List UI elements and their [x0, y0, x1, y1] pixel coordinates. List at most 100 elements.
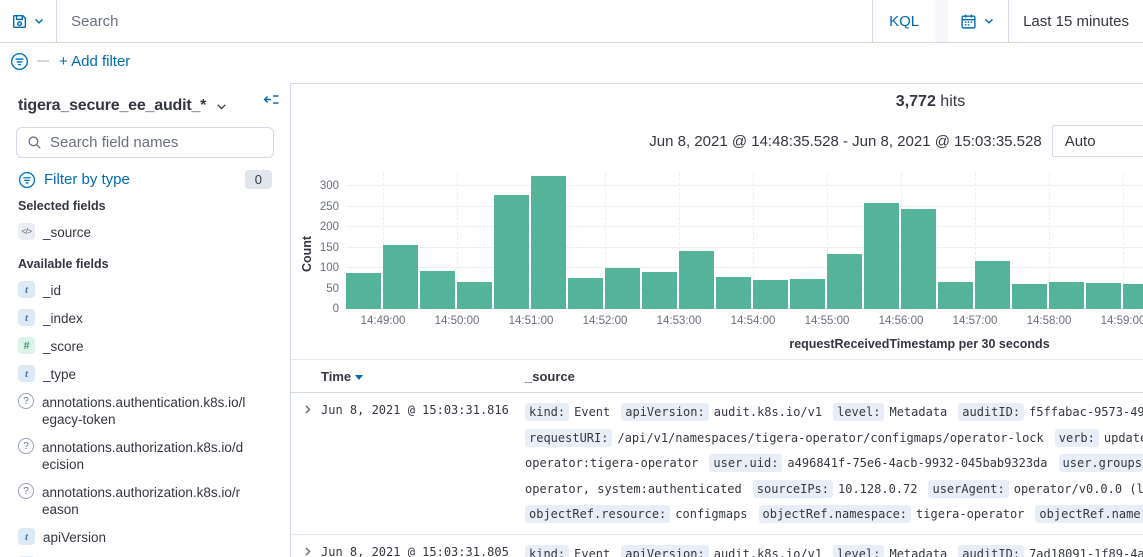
hits-count-row: 3,772 hits [291, 93, 1143, 117]
expand-row-icon[interactable] [291, 400, 321, 528]
field-name-mark: user.groups: [1059, 454, 1143, 472]
index-pattern-switcher[interactable]: tigera_secure_ee_audit_* [18, 97, 274, 115]
saved-query-menu-button[interactable] [0, 0, 57, 42]
chevron-down-icon [982, 14, 996, 28]
histogram-bar[interactable] [383, 245, 418, 309]
x-tick-label: 14:52:00 [583, 315, 628, 327]
histogram-bar[interactable] [420, 271, 455, 309]
field-item-_index[interactable]: t_index [18, 309, 274, 327]
expand-row-icon[interactable] [291, 542, 321, 557]
field-value: Metadata [889, 405, 947, 419]
filter-icon [18, 171, 36, 189]
histogram-bar[interactable] [975, 261, 1010, 309]
field-item-_score[interactable]: # _score [18, 337, 274, 355]
add-filter-button[interactable]: + Add filter [59, 53, 130, 70]
string-field-icon: t [18, 281, 35, 298]
hits-label: hits [940, 93, 965, 110]
histogram-bar[interactable] [457, 282, 492, 309]
x-tick-label: 14:53:00 [657, 315, 702, 327]
histogram-bar[interactable] [1012, 284, 1047, 309]
histogram-bar[interactable] [568, 278, 603, 309]
x-tick-label: 14:51:00 [509, 315, 554, 327]
histogram-bar[interactable] [531, 176, 566, 309]
histogram-bar[interactable] [938, 282, 973, 309]
calendar-icon [960, 13, 977, 30]
histogram-bar[interactable] [605, 268, 640, 309]
field-label: _index [43, 309, 248, 327]
time-range-button[interactable]: Last 15 minutes [1009, 13, 1143, 30]
field-item-annotations.authentication.k8s.io/legacy-token[interactable]: ? annotations.authentication.k8s.io/legac… [18, 393, 274, 428]
filter-icon[interactable] [10, 52, 29, 71]
table-row: Jun 8, 2021 @ 15:03:31.816kind:EventapiV… [291, 393, 1143, 535]
unknown-field-icon: ? [18, 438, 34, 454]
search-input[interactable] [57, 13, 872, 30]
histogram-bar[interactable] [679, 251, 714, 309]
histogram-bar[interactable] [1123, 284, 1143, 309]
field-label: annotations.authorization.k8s.io/reason [42, 483, 247, 518]
field-value: a496841f-75e6-4acb-9932-045bab9323da [787, 456, 1047, 470]
unknown-field-icon: ? [18, 393, 34, 409]
chart-header-row: Jun 8, 2021 @ 14:48:35.528 - Jun 8, 2021… [291, 125, 1143, 157]
histogram-bar[interactable] [1086, 283, 1121, 309]
time-column-header[interactable]: Time [321, 369, 525, 384]
field-search-input[interactable] [50, 134, 263, 151]
x-tick-label: 14:56:00 [879, 315, 924, 327]
histogram-bar[interactable] [716, 277, 751, 309]
table-row: Jun 8, 2021 @ 15:03:31.805kind:EventapiV… [291, 535, 1143, 557]
row-source: kind:EventapiVersion:audit.k8s.io/v1leve… [525, 400, 1143, 528]
field-label: _score [43, 337, 248, 355]
field-item-_source[interactable]: </>_source [18, 223, 274, 241]
field-item-_id[interactable]: t _id [18, 281, 274, 299]
field-value: Event [574, 547, 610, 557]
histogram-bar[interactable] [827, 254, 862, 309]
y-tick-label: 100 [320, 262, 339, 274]
kql-language-button[interactable]: KQL [872, 0, 935, 42]
time-column-label: Time [321, 369, 351, 384]
field-name-mark: apiVersion: [621, 545, 708, 557]
number-field-icon: # [18, 337, 35, 354]
x-tick-label: 14:59:00 [1101, 315, 1143, 327]
field-name-mark: sourceIPs: [753, 480, 833, 498]
source-line: requestURI:/api/v1/namespaces/tigera-ope… [525, 426, 1143, 452]
field-label: annotations.authentication.k8s.io/legacy… [42, 393, 247, 428]
filter-bar: + Add filter [0, 43, 1143, 79]
field-label: _source [43, 223, 248, 241]
histogram-bar[interactable] [1049, 282, 1084, 309]
histogram-bar[interactable] [790, 279, 825, 309]
field-search-box [16, 127, 274, 158]
field-value: update [1104, 431, 1143, 445]
x-tick-label: 14:55:00 [805, 315, 850, 327]
field-item-apiVersion[interactable]: tapiVersion [18, 528, 274, 546]
field-item-_type[interactable]: t_type [18, 365, 274, 383]
histogram-bar[interactable] [494, 195, 529, 309]
histogram-bar[interactable] [864, 203, 899, 309]
x-tick-label: 14:50:00 [435, 315, 480, 327]
collapse-sidebar-icon[interactable] [263, 91, 280, 108]
filter-by-type-button[interactable]: Filter by type 0 [18, 170, 272, 189]
field-name-mark: objectRef.name: [1035, 505, 1143, 523]
histogram-bar[interactable] [346, 273, 381, 309]
search-bar [57, 0, 872, 42]
field-name-mark: verb: [1055, 429, 1099, 447]
document-table: Jun 8, 2021 @ 15:03:31.816kind:EventapiV… [291, 393, 1143, 557]
plot-area [346, 173, 1143, 309]
string-field-icon: t [18, 528, 35, 545]
field-value: /api/v1/namespaces/tigera-operator/confi… [617, 431, 1043, 445]
field-label: annotations.authorization.k8s.io/decisio… [42, 438, 247, 473]
field-label: _id [43, 281, 248, 299]
field-name-mark: level: [833, 403, 884, 421]
field-name-mark: objectRef.namespace: [759, 505, 912, 523]
histogram-bar[interactable] [642, 272, 677, 309]
interval-select[interactable]: Auto [1052, 125, 1143, 157]
search-icon [27, 135, 42, 150]
field-item-annotations.authorization.k8s.io/decision[interactable]: ? annotations.authorization.k8s.io/decisi… [18, 438, 274, 473]
date-picker: Last 15 minutes [948, 0, 1143, 42]
source-line: kind:EventapiVersion:audit.k8s.io/v1leve… [525, 400, 1143, 426]
row-timestamp: Jun 8, 2021 @ 15:03:31.816 [321, 400, 525, 528]
field-name-mark: kind: [525, 403, 569, 421]
histogram-bar[interactable] [901, 209, 936, 309]
calendar-menu-button[interactable] [948, 0, 1009, 42]
histogram-bar[interactable] [753, 280, 788, 309]
x-tick-label: 14:54:00 [731, 315, 776, 327]
field-item-annotations.authorization.k8s.io/reason[interactable]: ?annotations.authorization.k8s.io/reason [18, 483, 274, 518]
